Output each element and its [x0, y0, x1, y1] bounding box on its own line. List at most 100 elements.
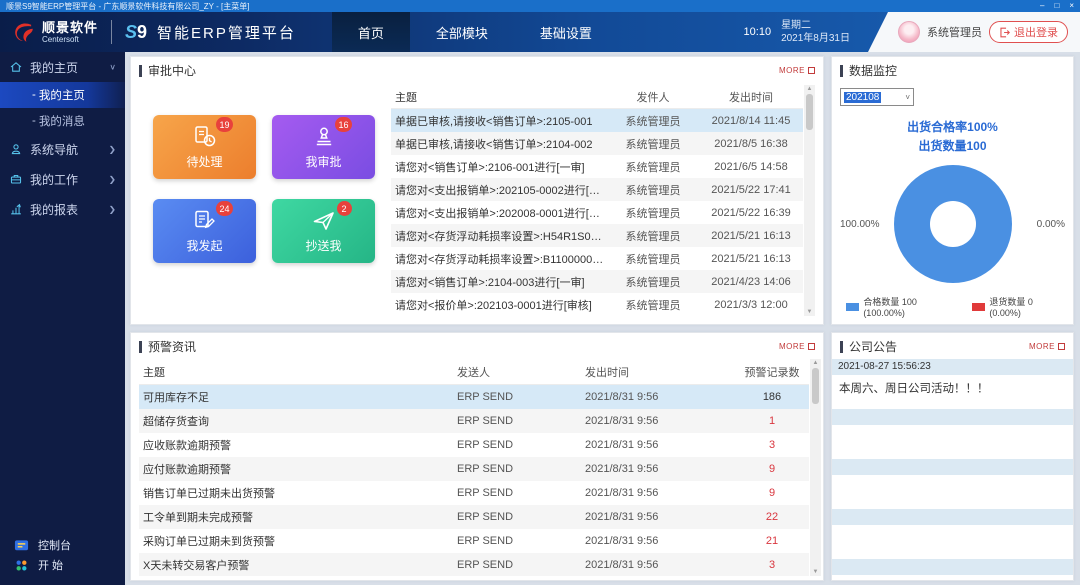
alerts-table: 主题 发送人 发出时间 预警记录数 可用库存不足ERP SEND2021/8/3…: [139, 359, 821, 576]
donut-chart: [894, 165, 1012, 283]
panel-accent: [139, 341, 142, 353]
main-nav: 首页全部模块基础设置: [332, 12, 618, 52]
announcement-item-0[interactable]: 2021-08-27 15:56:23本周六、周日公司活动！！！: [832, 359, 1073, 409]
approval-more-button[interactable]: MORE: [779, 66, 815, 75]
col-time: 发出时间: [585, 364, 735, 380]
sidebar-footer-item-0[interactable]: 控制台: [14, 537, 117, 553]
report-icon: [9, 202, 23, 216]
close-icon[interactable]: ×: [1069, 1, 1074, 11]
weekday-text: 星期二: [781, 19, 850, 33]
alert-row[interactable]: 应收账款逾期预警ERP SEND2021/8/31 9:563: [139, 433, 809, 457]
approval-scrollbar[interactable]: ▲▼: [804, 85, 815, 316]
logout-button[interactable]: 退出登录: [989, 21, 1068, 43]
alert-count: 186: [735, 391, 809, 403]
monitor-headline: 出货合格率100% 出货数量100: [840, 118, 1065, 155]
announcement-date: [832, 409, 1073, 425]
approval-tile-2[interactable]: 24我发起: [153, 199, 256, 263]
chart-legend: 合格数量 100 (100.00%)退货数量 0 (0.00%): [840, 289, 1065, 320]
home-icon: [9, 60, 23, 74]
approval-tile-0[interactable]: 19待处理: [153, 115, 256, 179]
alert-row[interactable]: 应付账款逾期预警ERP SEND2021/8/31 9:569: [139, 457, 809, 481]
approval-row[interactable]: 请您对<报价单>:202103-0001进行[审核]系统管理员2021/3/3 …: [391, 293, 803, 316]
announcement-text: 本周六、周日公司活动！！！: [832, 375, 1073, 409]
col-count: 预警记录数: [735, 364, 809, 380]
sidebar-menu: 我的主页∨我的主页我的消息系统导航❯我的工作❯我的报表❯: [0, 52, 125, 224]
avatar[interactable]: [898, 21, 920, 43]
approval-panel-title: 审批中心: [148, 62, 196, 79]
announcement-date: [832, 509, 1073, 525]
time-text: 10:10: [744, 26, 772, 38]
donut-right-label: 0.00%: [1020, 219, 1066, 230]
more-icon: [1058, 343, 1065, 350]
count-badge: 16: [335, 117, 351, 132]
approval-row[interactable]: 请您对<销售订单>:2106-001进行[一审]系统管理员2021/6/5 14…: [391, 155, 803, 178]
main-content: 审批中心 MORE 19待处理16我审批24我发起2抄送我 主题 发件人 发出时…: [125, 52, 1080, 585]
chevron-down-icon: ˅: [905, 93, 910, 102]
alert-count: 22: [735, 511, 809, 523]
logout-label: 退出登录: [1014, 24, 1058, 40]
nav-tab-0[interactable]: 首页: [332, 12, 410, 52]
minimize-icon[interactable]: –: [1040, 1, 1044, 11]
announcement-item-4[interactable]: [832, 559, 1073, 580]
nav-tab-1[interactable]: 全部模块: [410, 12, 514, 52]
announcement-item-3[interactable]: [832, 509, 1073, 559]
company-name-en: Centersoft: [42, 36, 98, 44]
approval-tile-1[interactable]: 16我审批: [272, 115, 375, 179]
announcement-text: [832, 525, 1073, 559]
approval-row[interactable]: 请您对<存货浮动耗损率设置>:H54R1S006002进行[审核]系统管理员20…: [391, 224, 803, 247]
donut-left-label: 100.00%: [840, 219, 886, 230]
panel-accent: [840, 341, 843, 353]
sidebar-group-3[interactable]: 我的报表❯: [0, 194, 125, 224]
announcement-item-2[interactable]: [832, 459, 1073, 509]
chevron-right-icon: ❯: [108, 174, 116, 184]
alert-count: 9: [735, 487, 809, 499]
approval-row[interactable]: 单据已审核,请接收<销售订单>:2105-001系统管理员2021/8/14 1…: [391, 109, 803, 132]
chevron-right-icon: ❯: [108, 144, 116, 154]
announcement-date: [832, 459, 1073, 475]
sidebar-item-0-0[interactable]: 我的主页: [0, 82, 125, 108]
work-icon: [9, 172, 23, 186]
sidebar-footer-item-1[interactable]: 开 始: [14, 557, 117, 573]
alert-row[interactable]: 采购订单已过期未到货预警ERP SEND2021/8/31 9:5621: [139, 529, 809, 553]
approval-row[interactable]: 请您对<销售订单>:2104-003进行[一审]系统管理员2021/4/23 1…: [391, 270, 803, 293]
maximize-icon[interactable]: □: [1054, 1, 1059, 11]
approval-row[interactable]: 单据已审核,请接收<销售订单>:2104-002系统管理员2021/8/5 16…: [391, 132, 803, 155]
count-badge: 2: [337, 201, 352, 216]
announcement-text: [832, 575, 1073, 580]
alert-row[interactable]: 可用库存不足ERP SEND2021/8/31 9:56186: [139, 385, 809, 409]
stamp-icon: [311, 124, 337, 150]
alerts-more-button[interactable]: MORE: [779, 342, 815, 351]
alerts-scrollbar[interactable]: ▲▼: [810, 359, 821, 576]
approval-row[interactable]: 请您对<存货浮动耗损率设置>:B11000001进行[审核]系统管理员2021/…: [391, 247, 803, 270]
panel-accent: [139, 65, 142, 77]
data-monitor-panel: 数据监控 202108 ˅ 出货合格率100% 出货数量100 100.00% …: [831, 56, 1074, 325]
col-subject: 主题: [391, 89, 607, 105]
alert-row[interactable]: 销售订单已过期未出货预警ERP SEND2021/8/31 9:569: [139, 481, 809, 505]
nav-tab-2[interactable]: 基础设置: [514, 12, 618, 52]
sidebar-item-0-1[interactable]: 我的消息: [0, 108, 125, 134]
panel-accent: [840, 65, 843, 77]
alert-count: 9: [735, 463, 809, 475]
announcement-text: [832, 475, 1073, 509]
approval-tile-3[interactable]: 2抄送我: [272, 199, 375, 263]
alert-count: 1: [735, 415, 809, 427]
approval-row[interactable]: 请您对<支出报销单>:202008-0001进行[审核]系统管理员2021/5/…: [391, 201, 803, 224]
announcement-date: 2021-08-27 15:56:23: [832, 359, 1073, 375]
col-sender: 发件人: [607, 89, 699, 105]
period-select[interactable]: 202108 ˅: [840, 88, 914, 106]
start-icon: [14, 558, 29, 573]
col-subject: 主题: [139, 364, 457, 380]
alert-row[interactable]: 超储存货查询ERP SEND2021/8/31 9:561: [139, 409, 809, 433]
col-sender: 发送人: [457, 364, 585, 380]
alert-row[interactable]: 工令单到期未完成预警ERP SEND2021/8/31 9:5622: [139, 505, 809, 529]
announcement-item-1[interactable]: [832, 409, 1073, 459]
app-header: 顺景软件 Centersoft S9 智能ERP管理平台 首页全部模块基础设置 …: [0, 12, 1080, 52]
user-name: 系统管理员: [927, 24, 982, 40]
company-logo-icon: [10, 19, 36, 45]
sidebar-group-2[interactable]: 我的工作❯: [0, 164, 125, 194]
announcement-more-button[interactable]: MORE: [1029, 342, 1065, 351]
alert-row[interactable]: X天未转交易客户预警ERP SEND2021/8/31 9:563: [139, 553, 809, 576]
sidebar-group-1[interactable]: 系统导航❯: [0, 134, 125, 164]
approval-row[interactable]: 请您对<支出报销单>:202105-0002进行[审核]系统管理员2021/5/…: [391, 178, 803, 201]
sidebar-group-0[interactable]: 我的主页∨: [0, 52, 125, 82]
